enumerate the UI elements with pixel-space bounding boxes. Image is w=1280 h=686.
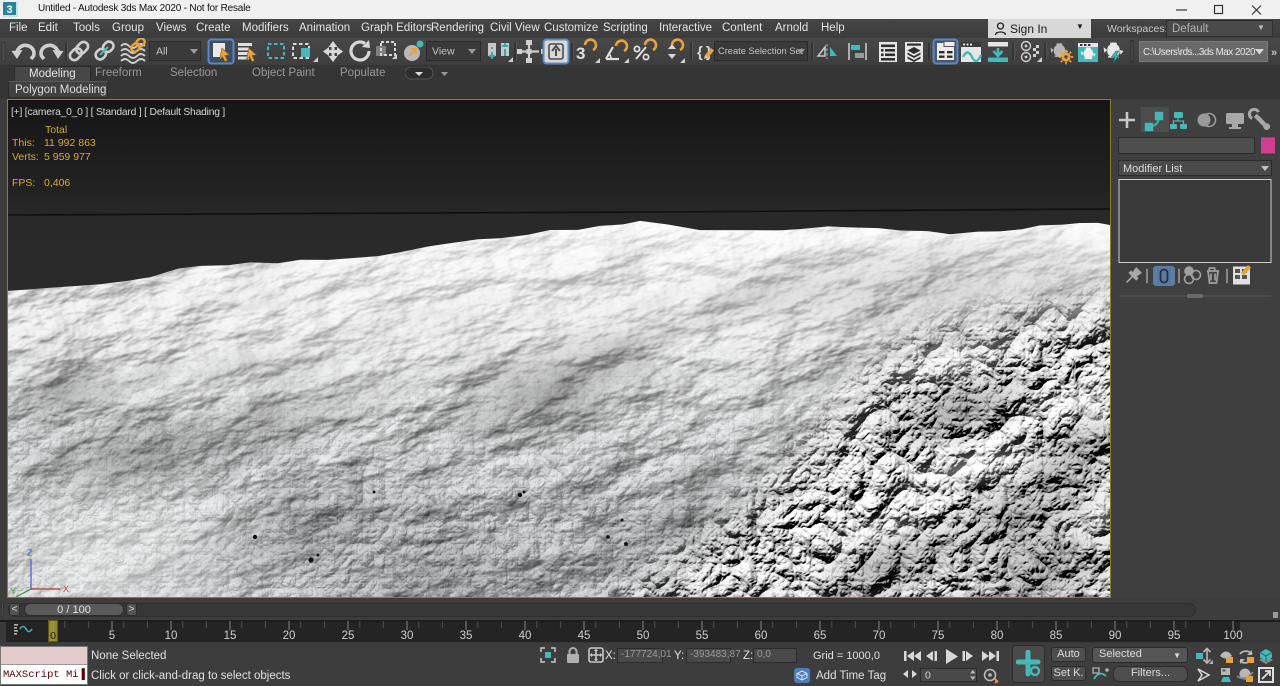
svg-text:45: 45 (578, 630, 591, 642)
svg-text:40: 40 (519, 630, 532, 642)
svg-text:85: 85 (1050, 630, 1063, 642)
svg-text:70: 70 (873, 630, 886, 642)
svg-text:Y: Y (10, 586, 16, 596)
svg-text:100: 100 (1223, 630, 1242, 642)
svg-text:X: X (63, 584, 69, 594)
svg-text:75: 75 (932, 630, 945, 642)
svg-text:Z: Z (27, 548, 33, 558)
svg-text:80: 80 (991, 630, 1004, 642)
svg-text:3: 3 (7, 4, 13, 16)
svg-text:0: 0 (50, 630, 56, 642)
svg-text:Create Selection Set: Create Selection Set (718, 46, 804, 56)
svg-text:10: 10 (165, 630, 178, 642)
svg-text:3: 3 (576, 44, 585, 63)
svg-text:95: 95 (1168, 630, 1181, 642)
svg-text:Modifier List: Modifier List (1123, 163, 1182, 175)
svg-text:View: View (432, 46, 455, 58)
svg-text:20: 20 (283, 630, 296, 642)
svg-text:50: 50 (637, 630, 650, 642)
svg-text:55: 55 (696, 630, 709, 642)
svg-text:25: 25 (342, 630, 355, 642)
svg-text:60: 60 (755, 630, 768, 642)
svg-text:5: 5 (109, 630, 115, 642)
svg-text:35: 35 (460, 630, 473, 642)
svg-text:30: 30 (401, 630, 414, 642)
svg-text:90: 90 (1109, 630, 1122, 642)
svg-text:0: 0 (925, 670, 931, 682)
svg-text:»: » (1271, 47, 1277, 59)
svg-text:65: 65 (814, 630, 827, 642)
svg-text:C:\Users\rds...3ds Max 2020: C:\Users\rds...3ds Max 2020 (1143, 47, 1256, 58)
svg-text:All: All (156, 46, 168, 58)
svg-text:15: 15 (224, 630, 237, 642)
